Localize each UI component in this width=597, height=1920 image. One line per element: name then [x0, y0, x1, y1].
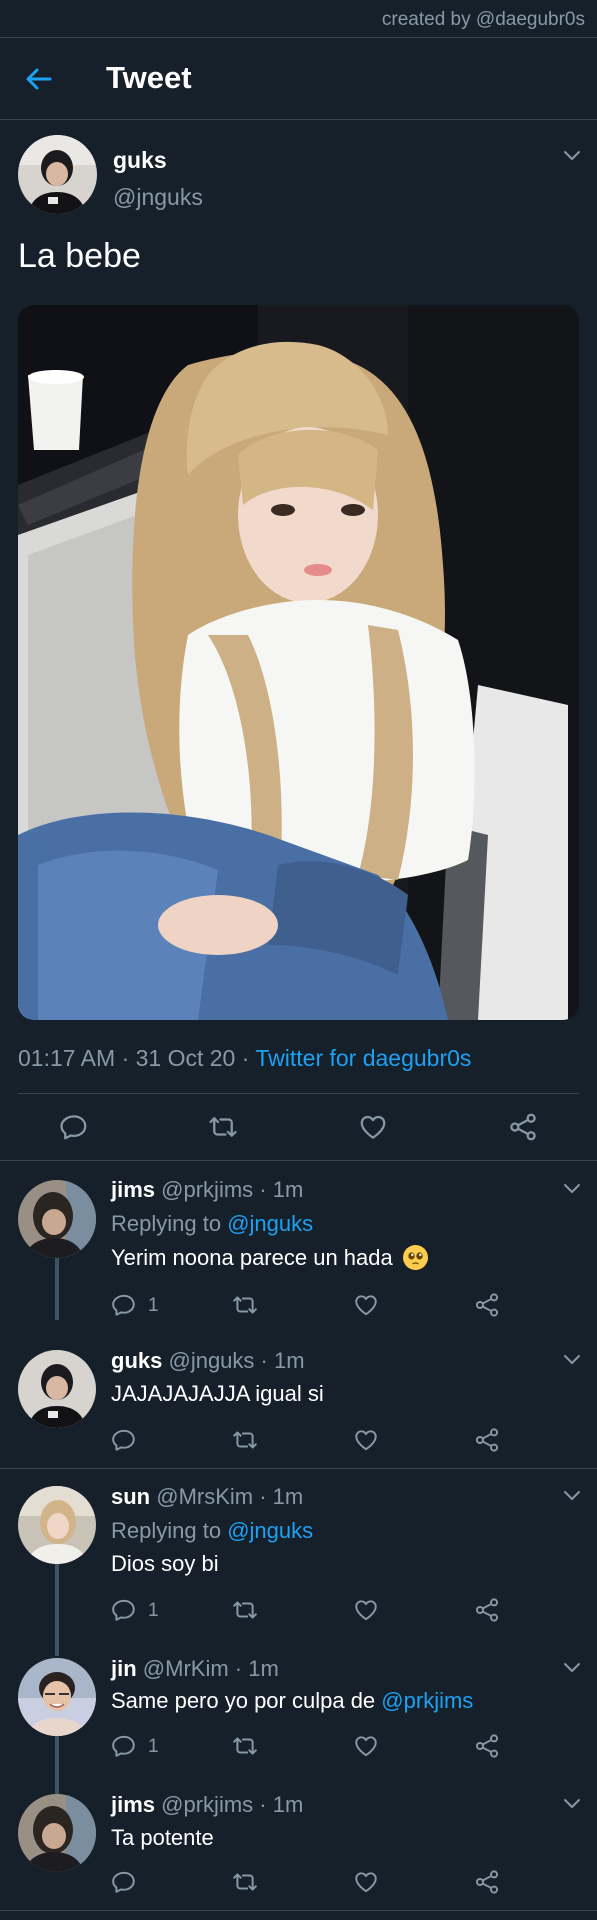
- reply-icon[interactable]: [111, 1292, 137, 1318]
- like-icon[interactable]: [353, 1733, 379, 1759]
- replying-to-link[interactable]: @jnguks: [227, 1518, 313, 1543]
- reply-author[interactable]: guks @jnguks · 1m: [111, 1348, 305, 1374]
- reply-author[interactable]: jims @prkjims · 1m: [111, 1792, 303, 1818]
- reply-author-handle[interactable]: @prkjims · 1m: [161, 1792, 303, 1817]
- reply-author-name[interactable]: jims: [111, 1792, 155, 1817]
- author-name[interactable]: guks: [113, 147, 167, 174]
- tweet-text: La bebe: [18, 237, 141, 275]
- share-icon[interactable]: [474, 1597, 500, 1623]
- divider: [0, 1468, 597, 1469]
- mention-link[interactable]: @prkjims: [381, 1688, 473, 1713]
- like-icon[interactable]: [358, 1112, 388, 1142]
- reply-count: 1: [148, 1295, 159, 1316]
- reply-count: 1: [148, 1736, 159, 1757]
- pleading-face-emoji: [402, 1245, 428, 1270]
- reply-icon[interactable]: [111, 1427, 137, 1453]
- reply-author[interactable]: sun @MrsKim · 1m: [111, 1484, 303, 1510]
- like-icon[interactable]: [353, 1427, 379, 1453]
- retweet-icon[interactable]: [208, 1112, 238, 1142]
- top-bar: Tweet: [0, 38, 597, 120]
- reply-text: Yerim noona parece un hada: [111, 1245, 428, 1271]
- replying-to: Replying to @jnguks: [111, 1211, 314, 1236]
- creator-credit: created by @daegubr0s: [0, 0, 597, 38]
- divider: [0, 1160, 597, 1161]
- reply-icon[interactable]: [111, 1869, 137, 1895]
- retweet-icon[interactable]: [232, 1597, 258, 1623]
- tweet-timestamp: 01:17 AM · 31 Oct 20 ·: [18, 1045, 256, 1071]
- like-icon[interactable]: [353, 1292, 379, 1318]
- reply-count: 1: [148, 1600, 159, 1621]
- retweet-icon[interactable]: [232, 1733, 258, 1759]
- thread-line: [55, 1736, 59, 1794]
- retweet-icon[interactable]: [232, 1427, 258, 1453]
- reply-author-handle[interactable]: @prkjims · 1m: [161, 1177, 303, 1202]
- chevron-down-icon[interactable]: [563, 1183, 581, 1195]
- reply-text: Dios soy bi: [111, 1551, 219, 1576]
- share-icon[interactable]: [474, 1427, 500, 1453]
- author-handle[interactable]: @jnguks: [113, 184, 203, 211]
- reply-text: Ta potente: [111, 1825, 214, 1850]
- share-icon[interactable]: [474, 1869, 500, 1895]
- chevron-down-icon[interactable]: [563, 1490, 581, 1502]
- avatar[interactable]: [18, 1180, 96, 1258]
- tweet-photo[interactable]: [18, 305, 579, 1020]
- reply-author-name[interactable]: guks: [111, 1348, 162, 1373]
- retweet-icon[interactable]: [232, 1869, 258, 1895]
- like-icon[interactable]: [353, 1869, 379, 1895]
- retweet-icon[interactable]: [232, 1292, 258, 1318]
- divider: [0, 1910, 597, 1911]
- thread-line: [55, 1258, 59, 1320]
- share-icon[interactable]: [508, 1112, 538, 1142]
- replying-to-link[interactable]: @jnguks: [227, 1211, 313, 1236]
- reply-author-handle[interactable]: @jnguks · 1m: [168, 1348, 304, 1373]
- tweet-meta: 01:17 AM · 31 Oct 20 · Twitter for daegu…: [18, 1045, 471, 1072]
- share-icon[interactable]: [474, 1292, 500, 1318]
- reply-author-name[interactable]: jims: [111, 1177, 155, 1202]
- reply-author[interactable]: jin @MrKim · 1m: [111, 1656, 279, 1682]
- reply-author-name[interactable]: sun: [111, 1484, 150, 1509]
- chevron-down-icon[interactable]: [563, 1662, 581, 1674]
- reply-author-handle[interactable]: @MrsKim · 1m: [156, 1484, 303, 1509]
- reply-text: JAJAJAJAJJA igual si: [111, 1381, 324, 1406]
- chevron-down-icon[interactable]: [563, 1798, 581, 1810]
- replying-to: Replying to @jnguks: [111, 1518, 314, 1543]
- thread-line: [55, 1564, 59, 1656]
- divider: [18, 1093, 579, 1094]
- reply-text: Same pero yo por culpa de @prkjims: [111, 1688, 474, 1713]
- reply-icon[interactable]: [111, 1733, 137, 1759]
- avatar[interactable]: [18, 1794, 96, 1872]
- reply-icon[interactable]: [59, 1112, 89, 1142]
- reply-author-name[interactable]: jin: [111, 1656, 137, 1681]
- share-icon[interactable]: [474, 1733, 500, 1759]
- reply-author[interactable]: jims @prkjims · 1m: [111, 1177, 303, 1203]
- chevron-down-icon[interactable]: [563, 150, 581, 162]
- back-arrow-icon[interactable]: [24, 64, 54, 94]
- reply-icon[interactable]: [111, 1597, 137, 1623]
- avatar[interactable]: [18, 1658, 96, 1736]
- header-title: Tweet: [106, 60, 192, 95]
- like-icon[interactable]: [353, 1597, 379, 1623]
- avatar[interactable]: [18, 1350, 96, 1428]
- chevron-down-icon[interactable]: [563, 1354, 581, 1366]
- tweet-source-link[interactable]: Twitter for daegubr0s: [255, 1045, 471, 1071]
- reply-author-handle[interactable]: @MrKim · 1m: [143, 1656, 279, 1681]
- avatar[interactable]: [18, 135, 97, 214]
- avatar[interactable]: [18, 1486, 96, 1564]
